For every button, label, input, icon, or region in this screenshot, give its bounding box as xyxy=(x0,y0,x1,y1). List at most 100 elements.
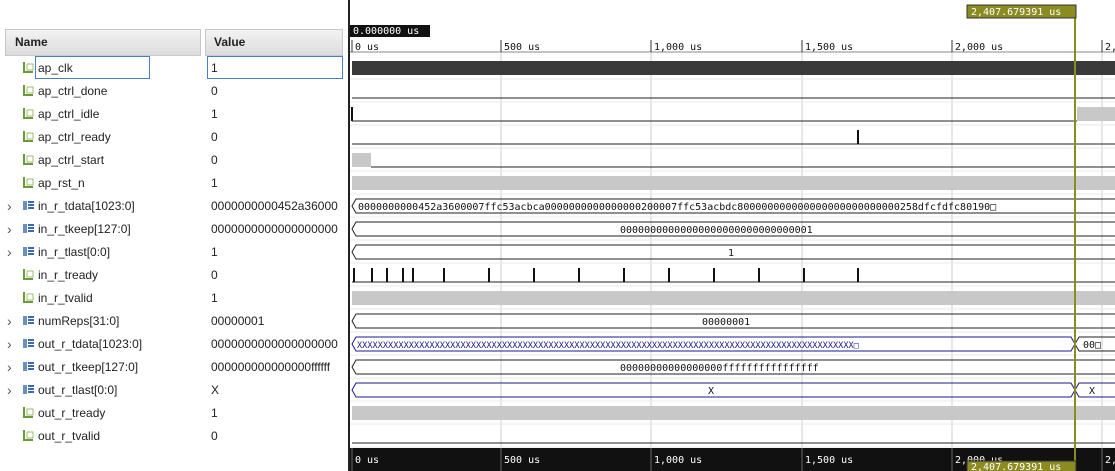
expand-chevron-icon[interactable]: › xyxy=(7,360,15,374)
bit-signal-icon xyxy=(23,407,34,418)
signal-row[interactable]: in_r_tvalid 1 xyxy=(0,287,345,310)
ruler-tick-label: 2,000 us xyxy=(955,42,1003,53)
bit-signal-icon xyxy=(23,269,34,280)
signal-name[interactable]: out_r_tdata[1023:0] xyxy=(38,337,142,351)
clock-waveform xyxy=(352,61,1115,75)
signal-list-panel: Name Value ap_clk 1 ap_ctrl_done 0 ap_ctrl_i… xyxy=(0,0,345,471)
bit-signal-icon xyxy=(23,85,34,96)
value-column-header[interactable]: Value xyxy=(205,29,343,56)
signal-name[interactable]: ap_ctrl_start xyxy=(38,153,104,167)
signal-name[interactable]: ap_ctrl_done xyxy=(38,84,107,98)
signal-row[interactable]: ap_ctrl_idle 1 xyxy=(0,103,345,126)
signal-row[interactable]: in_r_tready 0 xyxy=(0,264,345,287)
signal-name[interactable]: in_r_tkeep[127:0] xyxy=(38,222,131,236)
cursor-time-label-top: 2,407.679391 us xyxy=(971,7,1061,18)
bus-signal-icon xyxy=(23,385,34,394)
bottom-ruler-tick-label: 1,500 us xyxy=(805,455,853,466)
bus-value-label: XXXXXXXXXXXXXXXXXXXXXXXXXXXXXXXXXXXXXXXX… xyxy=(357,341,859,351)
signal-value: 0000000000000000000 xyxy=(211,222,338,236)
signal-value: 1 xyxy=(211,406,218,420)
name-column-header[interactable]: Name xyxy=(5,29,201,56)
bit-high-region xyxy=(352,153,371,167)
signal-name[interactable]: in_r_tlast[0:0] xyxy=(38,245,110,259)
signal-name[interactable]: out_r_tkeep[127:0] xyxy=(38,360,138,374)
signal-name[interactable]: out_r_tready xyxy=(38,406,105,420)
signal-name[interactable]: in_r_tdata[1023:0] xyxy=(38,199,135,213)
bit-signal-icon xyxy=(23,131,34,142)
bit-high-region xyxy=(352,406,1115,420)
signal-row[interactable]: › in_r_tdata[1023:0] 0000000000452a36000 xyxy=(0,195,345,218)
bus-signal-icon xyxy=(23,316,34,325)
bit-signal-icon xyxy=(23,154,34,165)
signal-value: 0000000000000000000 xyxy=(211,337,338,351)
signal-row[interactable]: out_r_tready 1 xyxy=(0,402,345,425)
signal-row[interactable]: › in_r_tkeep[127:0] 0000000000000000000 xyxy=(0,218,345,241)
signal-value: 00000001 xyxy=(211,314,265,328)
signal-value: 1 xyxy=(211,176,218,190)
expand-chevron-icon[interactable]: › xyxy=(7,245,15,259)
expand-chevron-icon[interactable]: › xyxy=(7,383,15,397)
signal-value: 0 xyxy=(211,153,218,167)
waveform-canvas[interactable]: 0.000000 us0 us 500 us 1,000 us 1,500 us 2,0… xyxy=(350,0,1115,471)
signal-name[interactable]: ap_ctrl_idle xyxy=(38,107,99,121)
signal-value: 1 xyxy=(211,245,218,259)
signal-value: 0000000000452a36000 xyxy=(211,199,338,213)
selected-signal-value-highlight xyxy=(207,56,343,79)
signal-row[interactable]: › numReps[31:0] 00000001 xyxy=(0,310,345,333)
signal-row[interactable]: ap_ctrl_start 0 xyxy=(0,149,345,172)
signal-value: 0 xyxy=(211,268,218,282)
bit-signal-icon xyxy=(23,62,34,73)
waveform-panel[interactable]: 0.000000 us 0 us 500 us 1,000 us 1,500 us 2,0… xyxy=(348,0,1115,471)
expand-chevron-icon[interactable]: › xyxy=(7,222,15,236)
signal-row[interactable]: › out_r_tdata[1023:0] 0000000000000000000 xyxy=(0,333,345,356)
origin-time-label: 0.000000 us xyxy=(353,26,419,37)
expand-chevron-icon[interactable]: › xyxy=(7,314,15,328)
signal-value: 0 xyxy=(211,130,218,144)
signal-name[interactable]: out_r_tvalid xyxy=(38,429,100,443)
ruler-tick-label: 1,500 us xyxy=(805,42,853,53)
signal-name[interactable]: in_r_tready xyxy=(38,268,98,282)
signal-name[interactable]: ap_ctrl_ready xyxy=(38,130,111,144)
signal-row[interactable]: out_r_tvalid 0 xyxy=(0,425,345,448)
ruler-tick-label: 1,000 us xyxy=(654,42,702,53)
cursor-time-label-bottom: 2,407.679391 us xyxy=(971,462,1061,471)
signal-value: 1 xyxy=(211,107,218,121)
signal-row[interactable]: › out_r_tkeep[127:0] 000000000000000ffffff xyxy=(0,356,345,379)
bus-value-label: 00000001 xyxy=(702,317,750,328)
bus-signal-icon xyxy=(23,247,34,256)
signal-value: X xyxy=(211,383,220,397)
signal-name[interactable]: numReps[31:0] xyxy=(38,314,119,328)
bottom-ruler-tick-label: 1,000 us xyxy=(654,455,702,466)
expand-chevron-icon[interactable]: › xyxy=(7,199,15,213)
signal-row[interactable]: › out_r_tlast[0:0] X xyxy=(0,379,345,402)
bottom-ruler-tick-label: 0 us xyxy=(355,455,379,466)
bus-signal-icon xyxy=(23,224,34,233)
expand-chevron-icon[interactable]: › xyxy=(7,337,15,351)
signal-value: 0 xyxy=(211,84,218,98)
selected-signal-name-highlight xyxy=(35,56,150,79)
signal-name[interactable]: ap_rst_n xyxy=(38,176,85,190)
signal-value: 0 xyxy=(211,429,218,443)
bus-value-label: 00000000000000000ffffffffffffffff xyxy=(620,363,819,374)
signal-value: 000000000000000ffffff xyxy=(211,360,331,374)
ruler-tick-label: 2, xyxy=(1105,42,1115,53)
signal-name[interactable]: in_r_tvalid xyxy=(38,291,93,305)
ruler-tick-label: 500 us xyxy=(504,42,540,53)
ruler-tick-label: 0 us xyxy=(355,42,379,53)
signal-row[interactable]: ap_ctrl_done 0 xyxy=(0,80,345,103)
bus-value-label: X xyxy=(708,386,714,397)
signal-value: 1 xyxy=(211,291,218,305)
bit-high-region xyxy=(352,176,1115,190)
bus-value-label: 1 xyxy=(728,248,734,259)
signal-row[interactable]: ap_ctrl_ready 0 xyxy=(0,126,345,149)
bus-value-label: 00□ xyxy=(1083,340,1101,351)
bottom-ruler-tick-label: 2, xyxy=(1105,455,1115,466)
signal-row[interactable]: › in_r_tlast[0:0] 1 xyxy=(0,241,345,264)
bus-value-label: X xyxy=(1089,386,1095,397)
bit-high-region xyxy=(1077,107,1115,121)
bottom-ruler-tick-label: 500 us xyxy=(504,455,540,466)
signal-name[interactable]: out_r_tlast[0:0] xyxy=(38,383,117,397)
signal-row[interactable]: ap_rst_n 1 xyxy=(0,172,345,195)
bit-signal-icon xyxy=(23,430,34,441)
bus-value-label: 0000000000452a3600007ffc53acbca000000000… xyxy=(358,202,996,213)
